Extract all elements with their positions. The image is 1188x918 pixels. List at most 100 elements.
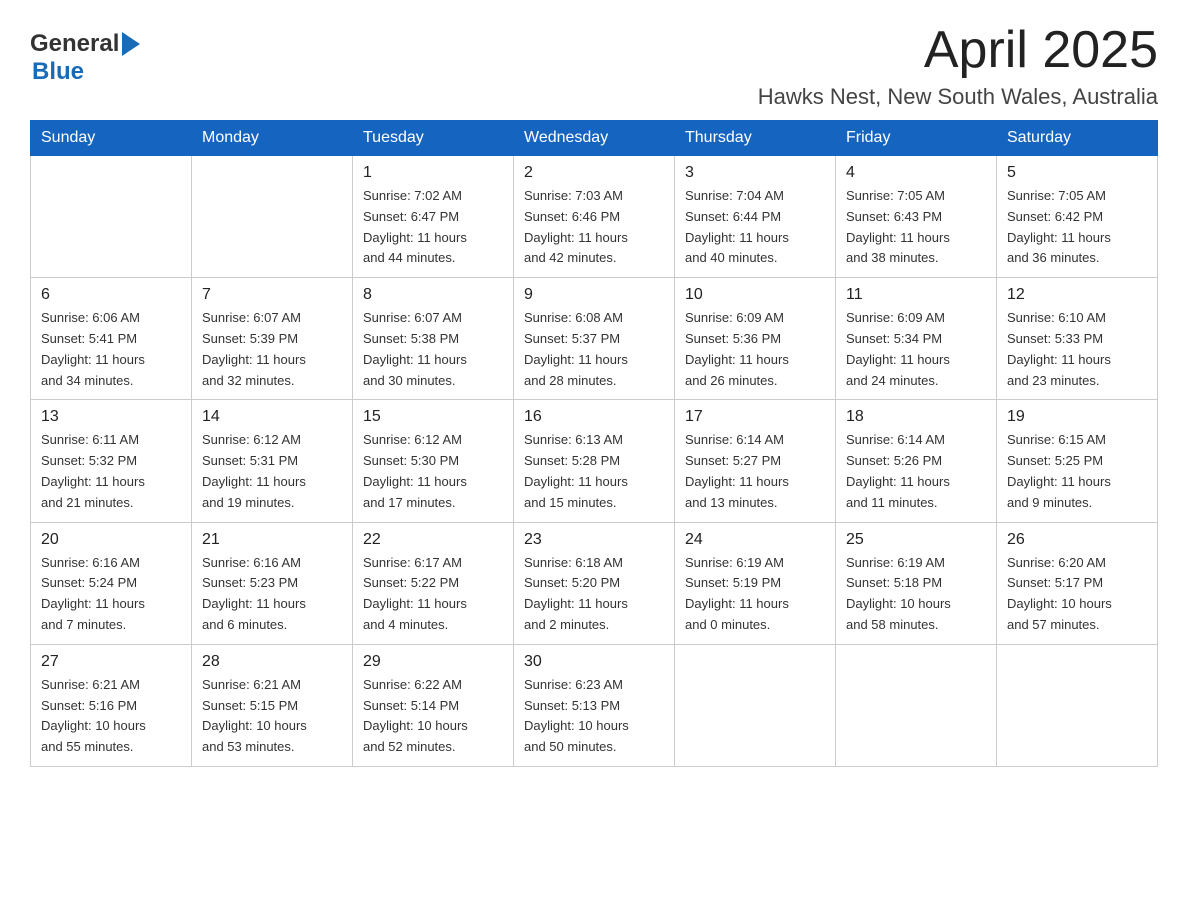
calendar-day-cell: 15 Sunrise: 6:12 AM Sunset: 5:30 PM Dayli… [353,400,514,522]
day-header-thursday: Thursday [675,121,836,156]
calendar-day-cell: 23 Sunrise: 6:18 AM Sunset: 5:20 PM Dayli… [514,522,675,644]
day-info: Sunrise: 6:12 AM Sunset: 5:30 PM Dayligh… [363,430,503,513]
day-info: Sunrise: 6:14 AM Sunset: 5:26 PM Dayligh… [846,430,986,513]
calendar-day-cell: 24 Sunrise: 6:19 AM Sunset: 5:19 PM Dayli… [675,522,836,644]
calendar-day-cell [31,156,192,278]
page-header: General Blue April 2025 Hawks Nest, New … [30,20,1158,110]
day-info: Sunrise: 6:19 AM Sunset: 5:19 PM Dayligh… [685,553,825,636]
day-number: 19 [1007,408,1147,426]
calendar-day-cell: 13 Sunrise: 6:11 AM Sunset: 5:32 PM Dayli… [31,400,192,522]
calendar-day-cell: 27 Sunrise: 6:21 AM Sunset: 5:16 PM Dayli… [31,644,192,766]
day-number: 29 [363,653,503,671]
day-header-sunday: Sunday [31,121,192,156]
calendar-day-cell: 25 Sunrise: 6:19 AM Sunset: 5:18 PM Dayli… [836,522,997,644]
day-info: Sunrise: 6:11 AM Sunset: 5:32 PM Dayligh… [41,430,181,513]
day-info: Sunrise: 6:19 AM Sunset: 5:18 PM Dayligh… [846,553,986,636]
day-number: 3 [685,164,825,182]
calendar-day-cell [675,644,836,766]
day-info: Sunrise: 6:13 AM Sunset: 5:28 PM Dayligh… [524,430,664,513]
calendar-day-cell: 8Sunrise: 6:07 AM Sunset: 5:38 PM Daylig… [353,278,514,400]
day-number: 14 [202,408,342,426]
day-info: Sunrise: 6:16 AM Sunset: 5:24 PM Dayligh… [41,553,181,636]
day-number: 23 [524,531,664,549]
day-number: 30 [524,653,664,671]
day-number: 5 [1007,164,1147,182]
day-info: Sunrise: 6:09 AM Sunset: 5:34 PM Dayligh… [846,308,986,391]
calendar-day-cell: 10 Sunrise: 6:09 AM Sunset: 5:36 PM Dayli… [675,278,836,400]
day-number: 18 [846,408,986,426]
day-number: 2 [524,164,664,182]
calendar-day-cell: 30 Sunrise: 6:23 AM Sunset: 5:13 PM Dayli… [514,644,675,766]
logo-triangle-icon [122,32,140,56]
calendar-day-cell: 20Sunrise: 6:16 AM Sunset: 5:24 PM Dayli… [31,522,192,644]
day-info: Sunrise: 6:16 AM Sunset: 5:23 PM Dayligh… [202,553,342,636]
day-number: 1 [363,164,503,182]
calendar-day-cell: 7 Sunrise: 6:07 AM Sunset: 5:39 PM Daylig… [192,278,353,400]
day-info: Sunrise: 7:03 AM Sunset: 6:46 PM Dayligh… [524,186,664,269]
day-info: Sunrise: 6:22 AM Sunset: 5:14 PM Dayligh… [363,675,503,758]
calendar-subtitle: Hawks Nest, New South Wales, Australia [758,84,1158,110]
day-number: 4 [846,164,986,182]
calendar-day-cell: 5 Sunrise: 7:05 AM Sunset: 6:42 PM Daylig… [997,156,1158,278]
day-number: 8 [363,286,503,304]
day-info: Sunrise: 6:21 AM Sunset: 5:16 PM Dayligh… [41,675,181,758]
day-number: 12 [1007,286,1147,304]
calendar-title: April 2025 [758,20,1158,80]
calendar-day-cell: 6 Sunrise: 6:06 AM Sunset: 5:41 PM Daylig… [31,278,192,400]
calendar-day-cell: 28 Sunrise: 6:21 AM Sunset: 5:15 PM Dayli… [192,644,353,766]
day-info: Sunrise: 7:02 AM Sunset: 6:47 PM Dayligh… [363,186,503,269]
day-number: 16 [524,408,664,426]
day-info: Sunrise: 6:06 AM Sunset: 5:41 PM Dayligh… [41,308,181,391]
day-info: Sunrise: 6:23 AM Sunset: 5:13 PM Dayligh… [524,675,664,758]
day-info: Sunrise: 6:20 AM Sunset: 5:17 PM Dayligh… [1007,553,1147,636]
calendar-day-cell: 17 Sunrise: 6:14 AM Sunset: 5:27 PM Dayli… [675,400,836,522]
day-info: Sunrise: 6:21 AM Sunset: 5:15 PM Dayligh… [202,675,342,758]
calendar-week-row: 27 Sunrise: 6:21 AM Sunset: 5:16 PM Dayli… [31,644,1158,766]
day-info: Sunrise: 6:08 AM Sunset: 5:37 PM Dayligh… [524,308,664,391]
calendar-day-cell [997,644,1158,766]
calendar-day-cell: 1 Sunrise: 7:02 AM Sunset: 6:47 PM Daylig… [353,156,514,278]
day-info: Sunrise: 6:18 AM Sunset: 5:20 PM Dayligh… [524,553,664,636]
calendar-day-cell: 16 Sunrise: 6:13 AM Sunset: 5:28 PM Dayli… [514,400,675,522]
calendar-day-cell: 2 Sunrise: 7:03 AM Sunset: 6:46 PM Daylig… [514,156,675,278]
calendar-day-cell: 11 Sunrise: 6:09 AM Sunset: 5:34 PM Dayli… [836,278,997,400]
title-section: April 2025 Hawks Nest, New South Wales, … [758,20,1158,110]
day-header-wednesday: Wednesday [514,121,675,156]
calendar-week-row: 13 Sunrise: 6:11 AM Sunset: 5:32 PM Dayli… [31,400,1158,522]
calendar-day-cell [192,156,353,278]
day-number: 6 [41,286,181,304]
logo: General Blue [30,30,140,86]
day-info: Sunrise: 6:09 AM Sunset: 5:36 PM Dayligh… [685,308,825,391]
calendar-day-cell [836,644,997,766]
day-number: 10 [685,286,825,304]
day-header-monday: Monday [192,121,353,156]
calendar-week-row: 1 Sunrise: 7:02 AM Sunset: 6:47 PM Daylig… [31,156,1158,278]
calendar-day-cell: 14 Sunrise: 6:12 AM Sunset: 5:31 PM Dayli… [192,400,353,522]
day-number: 25 [846,531,986,549]
day-number: 28 [202,653,342,671]
calendar-day-cell: 29 Sunrise: 6:22 AM Sunset: 5:14 PM Dayli… [353,644,514,766]
day-number: 13 [41,408,181,426]
logo-blue-text: Blue [32,58,84,86]
day-info: Sunrise: 6:10 AM Sunset: 5:33 PM Dayligh… [1007,308,1147,391]
day-info: Sunrise: 6:12 AM Sunset: 5:31 PM Dayligh… [202,430,342,513]
day-info: Sunrise: 6:17 AM Sunset: 5:22 PM Dayligh… [363,553,503,636]
day-number: 24 [685,531,825,549]
day-number: 21 [202,531,342,549]
logo-general-text: General [30,30,119,58]
calendar-day-cell: 9 Sunrise: 6:08 AM Sunset: 5:37 PM Daylig… [514,278,675,400]
calendar-week-row: 20Sunrise: 6:16 AM Sunset: 5:24 PM Dayli… [31,522,1158,644]
day-number: 11 [846,286,986,304]
day-number: 22 [363,531,503,549]
day-info: Sunrise: 7:05 AM Sunset: 6:42 PM Dayligh… [1007,186,1147,269]
day-number: 9 [524,286,664,304]
day-number: 17 [685,408,825,426]
calendar-day-cell: 19Sunrise: 6:15 AM Sunset: 5:25 PM Dayli… [997,400,1158,522]
day-number: 15 [363,408,503,426]
day-info: Sunrise: 6:07 AM Sunset: 5:39 PM Dayligh… [202,308,342,391]
day-info: Sunrise: 6:14 AM Sunset: 5:27 PM Dayligh… [685,430,825,513]
day-number: 7 [202,286,342,304]
day-number: 26 [1007,531,1147,549]
calendar-table: SundayMondayTuesdayWednesdayThursdayFrid… [30,120,1158,767]
day-number: 27 [41,653,181,671]
